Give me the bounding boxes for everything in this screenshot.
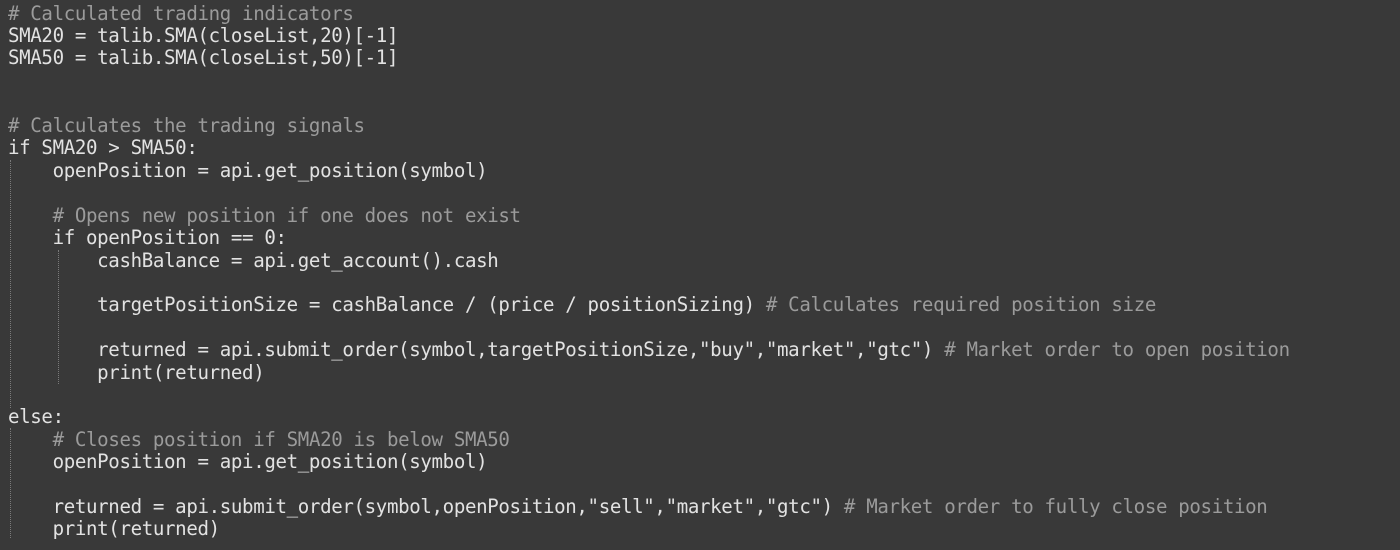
code-text: returned = api.submit_order(symbol,targe… [8, 338, 945, 361]
code-text: openPosition = api.get_position(symbol) [8, 450, 488, 473]
code-line[interactable]: SMA50 = talib.SMA(closeList,50)[-1] [8, 47, 398, 69]
code-line[interactable]: # Opens new position if one does not exi… [8, 205, 521, 227]
code-line[interactable]: returned = api.submit_order(symbol,targe… [8, 339, 1290, 361]
code-line[interactable]: openPosition = api.get_position(symbol) [8, 159, 488, 182]
code-text: print(returned) [8, 517, 221, 540]
code-line[interactable]: print(returned) [8, 361, 265, 384]
code-text: cashBalance = api.get_account().cash [8, 249, 499, 272]
code-line[interactable]: print(returned) [8, 517, 221, 540]
code-line[interactable]: if SMA20 > SMA50: [8, 136, 198, 159]
code-line[interactable]: targetPositionSize = cashBalance / (pric… [8, 294, 1156, 316]
code-comment: # Calculates required position size [765, 293, 1156, 316]
code-line[interactable]: # Calculates the trading signals [8, 115, 365, 137]
code-text: returned = api.submit_order(symbol,openP… [8, 495, 844, 518]
code-line[interactable]: # Calculated trading indicators [8, 3, 354, 25]
code-comment: # Market order to fully close position [843, 495, 1268, 518]
code-text: print(returned) [8, 361, 265, 384]
code-line[interactable]: SMA20 = talib.SMA(closeList,20)[-1] [8, 25, 398, 47]
code-text: targetPositionSize = cashBalance / (pric… [8, 293, 766, 316]
code-line[interactable]: if openPosition == 0: [8, 227, 287, 249]
code-line[interactable]: cashBalance = api.get_account().cash [8, 249, 499, 272]
code-editor[interactable]: # Calculated trading indicators SMA20 = … [0, 0, 1400, 550]
code-comment: # Calculated trading indicators [8, 2, 354, 25]
code-text: SMA50 = talib.SMA(closeList,50)[-1] [8, 46, 399, 69]
code-text: else: [8, 405, 64, 428]
code-line[interactable]: else: [8, 406, 64, 428]
code-comment: # Market order to open position [944, 338, 1290, 361]
code-line[interactable]: # Closes position if SMA20 is below SMA5… [8, 429, 510, 451]
code-comment: # Closes position if SMA20 is below SMA5… [52, 428, 510, 451]
code-text: openPosition = api.get_position(symbol) [8, 159, 488, 182]
code-comment: # Calculates the trading signals [8, 114, 365, 137]
code-text: if SMA20 > SMA50: [8, 136, 198, 159]
code-line[interactable]: openPosition = api.get_position(symbol) [8, 450, 488, 473]
code-line[interactable]: returned = api.submit_order(symbol,openP… [8, 495, 1268, 518]
code-text: SMA20 = talib.SMA(closeList,20)[-1] [8, 24, 399, 47]
code-comment: # Opens new position if one does not exi… [52, 204, 521, 227]
code-text: if openPosition == 0: [8, 226, 287, 249]
